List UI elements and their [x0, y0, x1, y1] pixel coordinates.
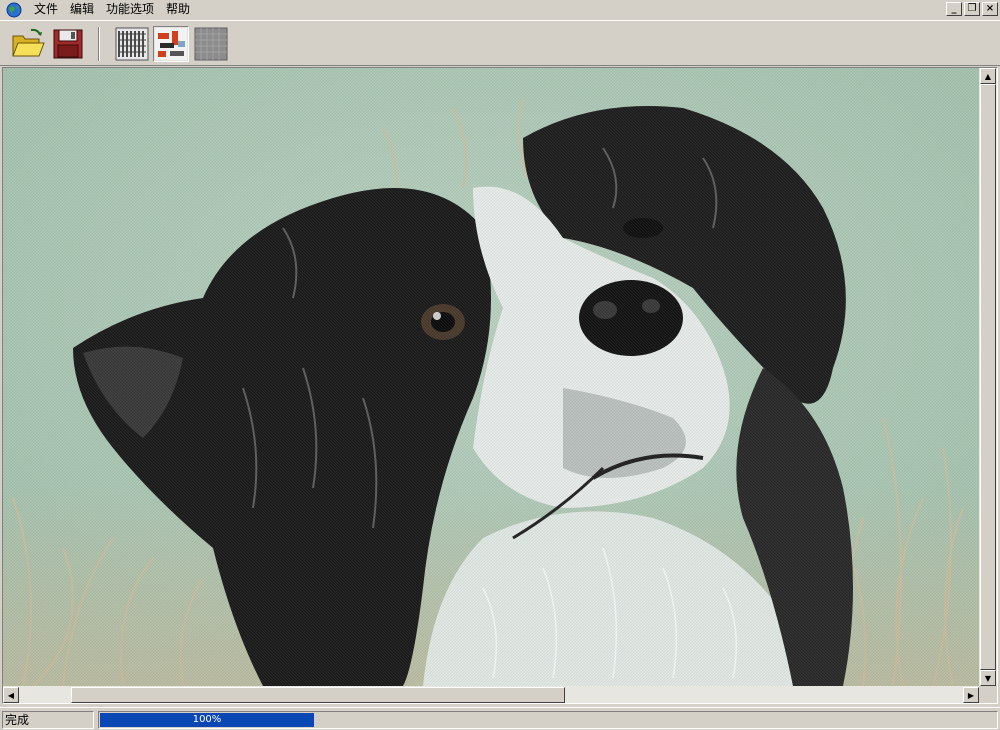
toolbar [0, 20, 1000, 66]
scrollbar-corner [979, 686, 997, 703]
close-button[interactable]: × [982, 2, 998, 16]
toolbar-separator [98, 27, 100, 61]
progress-bar: 100% [100, 713, 314, 727]
menu-features[interactable]: 功能选项 [100, 0, 160, 19]
scroll-left-button[interactable]: ◀ [3, 687, 19, 703]
pattern-grid-icon [115, 27, 149, 61]
horizontal-scroll-thumb[interactable] [71, 687, 565, 703]
menu-edit[interactable]: 编辑 [64, 0, 100, 19]
mdi-window-controls: _ ❐ × [946, 2, 998, 16]
scroll-up-button[interactable]: ▲ [980, 68, 996, 84]
horizontal-scrollbar[interactable]: ◀ ▶ [3, 686, 979, 703]
progress-panel: 100% [98, 711, 998, 729]
vertical-scroll-thumb[interactable] [980, 84, 996, 670]
status-text: 完成 [2, 711, 94, 729]
menu-bar: 文件 编辑 功能选项 帮助 _ ❐ × [0, 0, 1000, 19]
image-canvas[interactable] [3, 68, 979, 686]
menu-file[interactable]: 文件 [28, 0, 64, 19]
globe-icon[interactable] [6, 2, 22, 18]
color-blocks-icon [155, 28, 187, 60]
pattern-button[interactable] [114, 26, 150, 62]
gray-grid-icon [194, 27, 228, 61]
menu-help[interactable]: 帮助 [160, 0, 196, 19]
canvas-frame: ▲ ▼ ◀ ▶ [2, 67, 998, 704]
scroll-right-button[interactable]: ▶ [963, 687, 979, 703]
vertical-scrollbar[interactable]: ▲ ▼ [979, 68, 997, 686]
scroll-down-button[interactable]: ▼ [980, 670, 996, 686]
dog-portrait-image [3, 68, 979, 686]
open-button[interactable] [10, 26, 46, 62]
gray-grid-button[interactable] [193, 26, 229, 62]
color-blocks-button[interactable] [153, 26, 189, 62]
minimize-button[interactable]: _ [946, 2, 962, 16]
restore-button[interactable]: ❐ [964, 2, 980, 16]
save-disk-icon [53, 29, 83, 59]
application-window: 文件 编辑 功能选项 帮助 _ ❐ × ▲ ▼ ◀ ▶ 完成 100% [0, 0, 1000, 730]
status-bar: 完成 100% [0, 707, 1000, 730]
open-folder-icon [12, 28, 45, 57]
save-button[interactable] [50, 26, 86, 62]
